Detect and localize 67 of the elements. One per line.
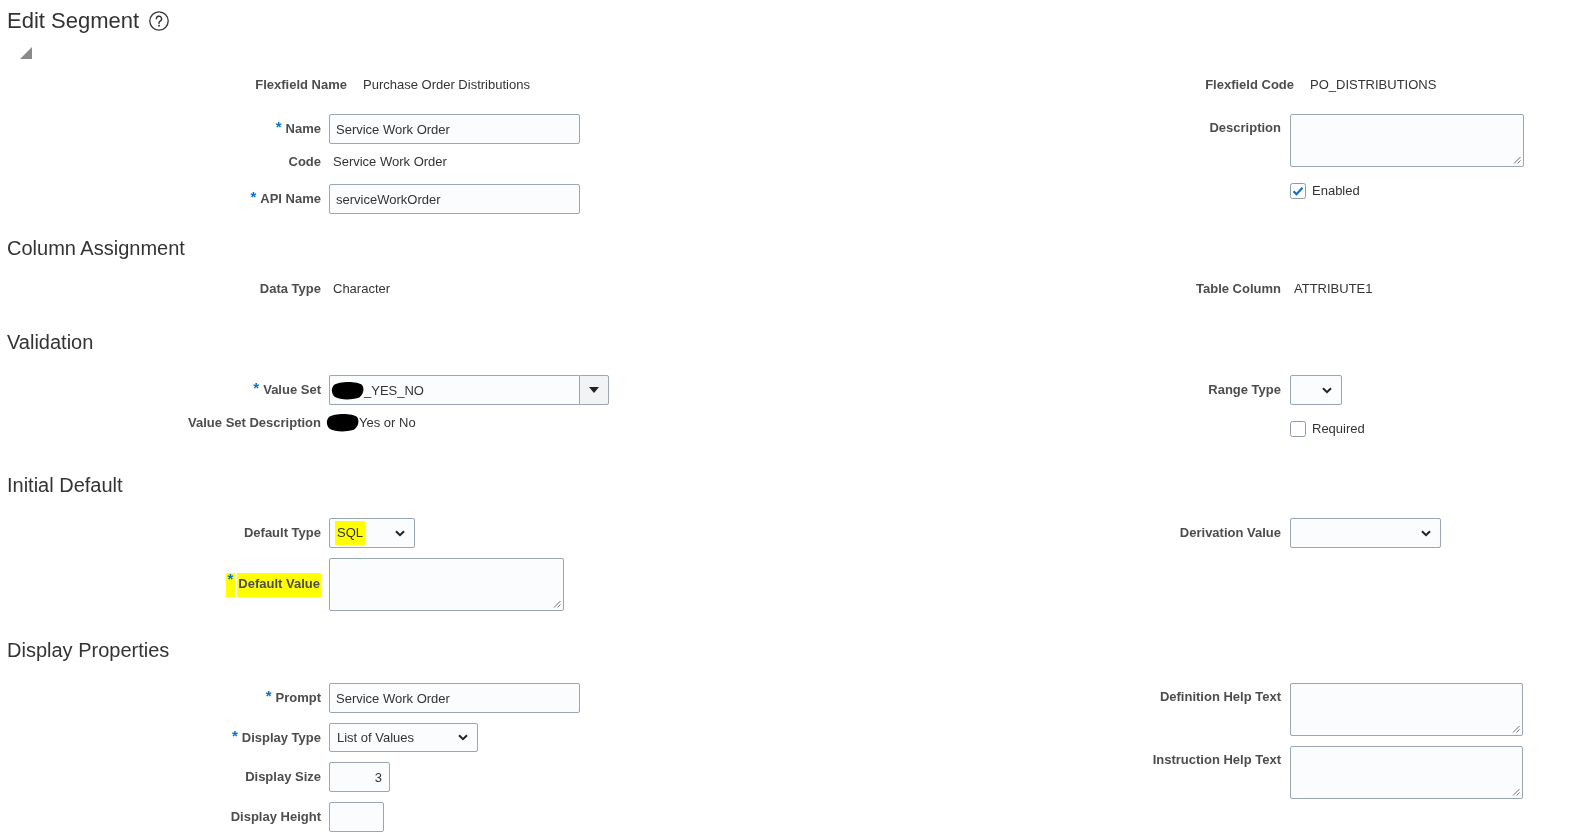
field-label: Display Type [241,729,321,746]
dropdown[interactable]: SQL [329,518,415,548]
chevron-down-icon [395,529,405,537]
dropdown[interactable] [1290,375,1342,405]
field-value: Service Work Order [332,154,447,170]
section-heading: Column Assignment [7,236,186,261]
text-area[interactable] [329,558,564,611]
section-heading: Display Properties [7,638,171,663]
text-field[interactable]: serviceWorkOrder [329,184,580,214]
field-label: Name [285,121,321,137]
field-label: API Name [260,191,321,207]
field-value: Yes or No [359,415,416,431]
text-area[interactable] [1290,114,1524,167]
field-value: PO_DISTRIBUTIONS [1310,77,1437,93]
chevron-down-icon [1421,529,1431,537]
required-marker: * [250,191,257,203]
field-label: Flexfield Name [255,77,347,93]
field-label: Display Height [230,809,321,825]
required-marker: * [225,572,236,597]
dropdown-button[interactable] [579,375,609,405]
resize-grip-icon[interactable] [553,600,561,608]
dropdown[interactable]: List of Values [329,723,478,752]
field-label: Default Value [237,572,321,597]
section-heading: Validation [7,330,95,355]
checkbox[interactable] [1290,183,1306,199]
section-heading: Initial Default [7,473,124,498]
resize-grip-icon[interactable] [1512,788,1520,796]
field-label: Derivation Value [1179,525,1281,541]
field-label: Code [288,154,321,170]
text-field[interactable]: _YES_NO [329,375,579,405]
field-label: Range Type [1208,382,1281,398]
required-marker: * [265,690,272,702]
checkbox[interactable] [1290,421,1306,437]
resize-grip-icon[interactable] [1513,156,1521,164]
field-label: Table Column [1196,281,1281,297]
text-area[interactable] [1290,746,1523,799]
text-field[interactable]: Service Work Order [329,114,580,144]
field-label: Display Size [245,769,321,785]
number-field[interactable] [329,802,384,832]
field-value: Character [332,281,391,297]
field-label: Description [1209,120,1281,136]
text-area[interactable] [1290,683,1523,736]
caret-down-icon [589,387,599,393]
chevron-down-icon [1322,386,1332,394]
field-label: Default Type [243,525,321,541]
field-label: Definition Help Text [1159,689,1281,705]
checkbox-label: Required [1312,421,1365,437]
number-field[interactable]: 3 [329,762,390,792]
checkbox-label: Enabled [1312,183,1360,199]
help-icon[interactable] [149,11,170,31]
field-label: Prompt [275,690,321,706]
field-label: Flexfield Code [1205,77,1294,93]
page-title: Edit Segment [7,7,140,35]
field-value: Purchase Order Distributions [363,77,530,93]
required-marker: * [231,729,238,742]
disclosure-triangle-icon[interactable] [20,47,32,59]
required-marker: * [275,121,282,133]
field-label: Data Type [259,281,321,297]
text-field[interactable]: Service Work Order [329,683,580,713]
field-label: Instruction Help Text [1152,752,1281,768]
field-label: Value Set Description [188,415,321,431]
field-label: Value Set [263,382,321,398]
dropdown[interactable] [1290,518,1441,548]
field-value: ATTRIBUTE1 [1293,281,1373,297]
resize-grip-icon[interactable] [1512,725,1520,733]
required-marker: * [253,382,260,394]
chevron-down-icon [458,734,468,741]
